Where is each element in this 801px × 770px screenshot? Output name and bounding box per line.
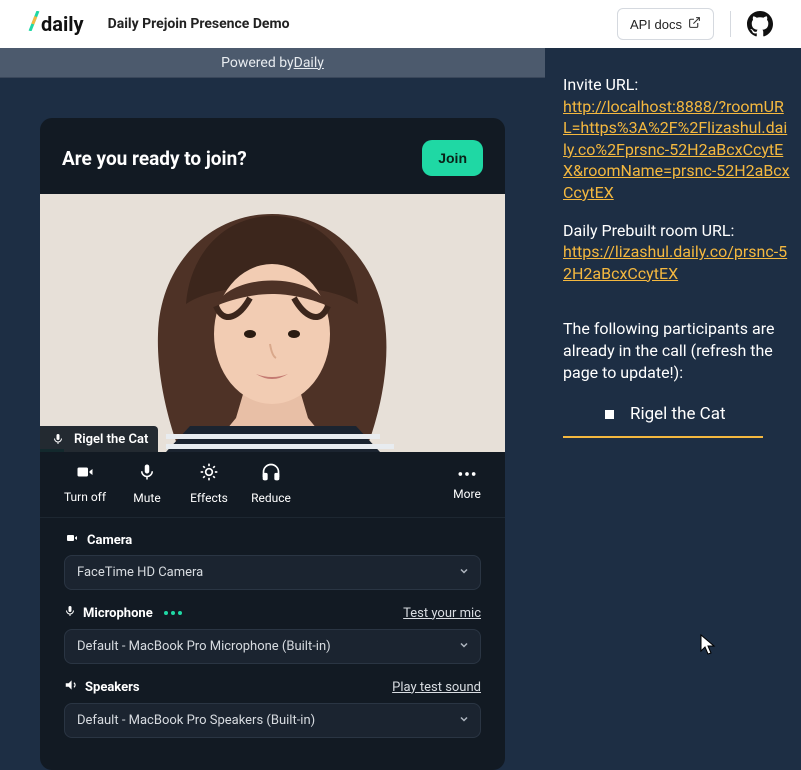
camera-toggle-label: Turn off xyxy=(64,490,106,504)
audio-reduce-button[interactable]: Reduce xyxy=(240,462,302,505)
camera-select-value: FaceTime HD Camera xyxy=(77,565,203,580)
controls-row: Turn off Mute Effects Reduce xyxy=(40,452,505,518)
speakers-select[interactable]: Default - MacBook Pro Speakers (Built-in… xyxy=(64,703,481,738)
mic-toggle-button[interactable]: Mute xyxy=(116,462,178,505)
camera-select[interactable]: FaceTime HD Camera xyxy=(64,555,481,590)
video-preview: Rigel the Cat xyxy=(40,194,505,452)
camera-toggle-button[interactable]: Turn off xyxy=(54,463,116,504)
powered-by-bar: Powered by Daily xyxy=(0,48,545,78)
microphone-icon xyxy=(138,462,156,485)
camera-device-group: Camera FaceTime HD Camera xyxy=(64,532,481,590)
microphone-device-group: Microphone Test your mic Default - MacBo… xyxy=(64,604,481,664)
api-docs-button[interactable]: API docs xyxy=(617,8,714,40)
prebuilt-url-label: Daily Prebuilt room URL: xyxy=(563,221,734,240)
participant-name-chip: Rigel the Cat xyxy=(40,426,158,452)
speaker-small-icon xyxy=(64,678,78,696)
page-title: Daily Prejoin Presence Demo xyxy=(108,16,290,32)
logo-slash xyxy=(28,11,40,37)
mic-activity-dots xyxy=(164,611,182,615)
effects-button[interactable]: Effects xyxy=(178,462,240,505)
audio-reduce-label: Reduce xyxy=(251,491,291,505)
external-link-icon xyxy=(688,16,701,32)
microphone-small-icon xyxy=(64,604,76,622)
microphone-select-value: Default - MacBook Pro Microphone (Built-… xyxy=(77,639,331,654)
invite-url-label: Invite URL: xyxy=(563,75,638,94)
chevron-down-icon xyxy=(458,565,470,581)
more-button[interactable]: More xyxy=(443,467,491,501)
top-nav: daily Daily Prejoin Presence Demo API do… xyxy=(0,0,801,48)
prejoin-card: Are you ready to join? Join xyxy=(40,118,505,770)
info-panel: Invite URL: http://localhost:8888/?roomU… xyxy=(545,48,801,760)
microphone-select[interactable]: Default - MacBook Pro Microphone (Built-… xyxy=(64,629,481,664)
participant-list-name: Rigel the Cat xyxy=(630,403,726,426)
speakers-select-value: Default - MacBook Pro Speakers (Built-in… xyxy=(77,713,315,728)
participant-list-item: Rigel the Cat xyxy=(605,403,791,426)
nav-divider xyxy=(730,11,731,37)
prebuilt-url-link[interactable]: https://lizashul.daily.co/prsnc-52H2aBcx… xyxy=(563,242,787,283)
mic-on-icon xyxy=(48,431,68,447)
invite-url-link[interactable]: http://localhost:8888/?roomURL=https%3A%… xyxy=(563,97,790,202)
play-test-sound-link[interactable]: Play test sound xyxy=(392,680,481,695)
api-docs-label: API docs xyxy=(630,17,682,32)
test-mic-link[interactable]: Test your mic xyxy=(403,606,481,621)
chevron-down-icon xyxy=(458,639,470,655)
github-icon xyxy=(747,11,773,37)
logo[interactable]: daily xyxy=(28,11,84,37)
camera-label: Camera xyxy=(87,533,132,548)
more-icon xyxy=(457,467,477,481)
speakers-label: Speakers xyxy=(85,680,140,695)
github-link[interactable] xyxy=(747,11,773,37)
speakers-device-group: Speakers Play test sound Default - MacBo… xyxy=(64,678,481,738)
effects-label: Effects xyxy=(190,491,228,505)
prejoin-heading: Are you ready to join? xyxy=(62,147,247,170)
participants-label: The following participants are already i… xyxy=(563,318,791,383)
participant-name: Rigel the Cat xyxy=(74,432,148,447)
mic-toggle-label: Mute xyxy=(133,491,160,505)
participants-underline xyxy=(563,436,763,438)
effects-icon xyxy=(199,462,219,485)
headphones-icon xyxy=(261,462,281,485)
participants-list: Rigel the Cat xyxy=(563,403,791,426)
powered-link[interactable]: Daily xyxy=(294,55,324,71)
microphone-label: Microphone xyxy=(83,606,153,621)
join-button[interactable]: Join xyxy=(422,140,483,176)
powered-prefix: Powered by xyxy=(221,55,294,71)
camera-preview-image xyxy=(40,194,505,452)
camera-icon xyxy=(74,463,96,484)
camera-small-icon xyxy=(64,532,80,548)
logo-text: daily xyxy=(41,12,84,36)
more-label: More xyxy=(453,487,481,501)
chevron-down-icon xyxy=(458,713,470,729)
